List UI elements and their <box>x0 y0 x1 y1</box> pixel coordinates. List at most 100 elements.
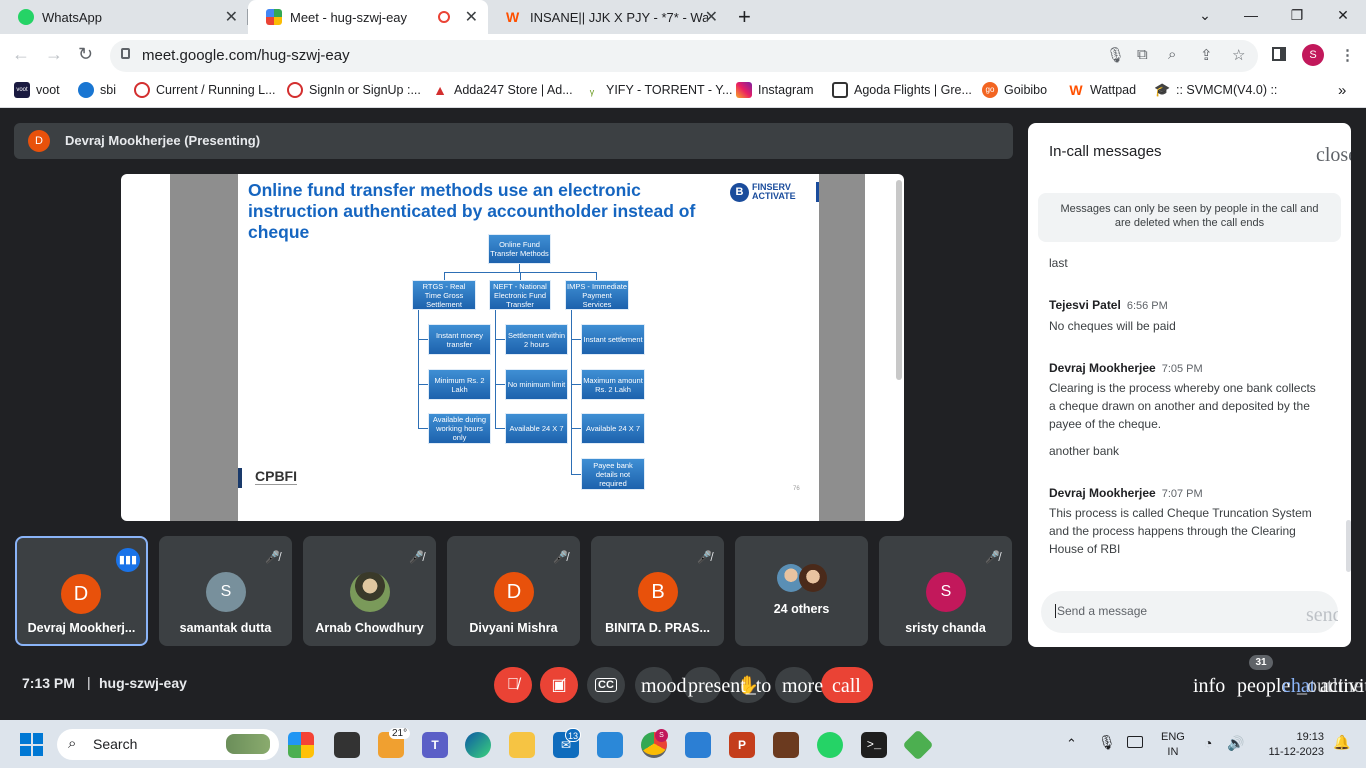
close-window-icon[interactable]: ✕ <box>1320 0 1366 30</box>
bookmark-goibibo[interactable]: go Goibibo <box>982 82 1047 98</box>
send-button[interactable]: send <box>1306 604 1338 627</box>
participant-tile[interactable]: S 🎤̸ sristy chanda <box>879 536 1012 646</box>
participant-tile[interactable]: B 🎤̸ BINITA D. PRAS... <box>591 536 724 646</box>
chart-leaf: No minimum limit <box>505 369 568 400</box>
people-count-badge: 31 <box>1249 655 1273 670</box>
reload-icon[interactable]: ↻ <box>78 44 93 65</box>
notifications-icon[interactable]: 🔔 <box>1333 734 1350 751</box>
participant-tile[interactable]: D ▮▮▮ Devraj Mookherj... <box>15 536 148 646</box>
new-tab-button[interactable]: + <box>738 4 751 30</box>
bookmark-yify[interactable]: ᵧ YIFY - TORRENT - Y... <box>584 82 733 98</box>
participant-tile[interactable]: 🎤̸ Arnab Chowdhury <box>303 536 436 646</box>
separator: | <box>87 674 91 690</box>
activities-button[interactable]: activities <box>1320 675 1366 698</box>
vscode-icon[interactable] <box>685 732 711 758</box>
tab-wattpad[interactable]: W INSANE|| JJK X PJY - *7* - Wattpa ✕ <box>488 0 728 34</box>
bookmark-current[interactable]: Current / Running L... <box>134 82 276 98</box>
powerpoint-icon[interactable]: P <box>729 732 755 758</box>
microphone-icon[interactable]: 🎙 <box>1098 734 1116 751</box>
yify-icon: ᵧ <box>589 82 595 97</box>
chart-leaf: Available during working hours only <box>428 413 491 444</box>
participant-tile[interactable]: D 🎤̸ Divyani Mishra <box>447 536 580 646</box>
mic-toggle-button[interactable]: 🎙̸ <box>494 667 532 703</box>
message-time: 6:56 PM <box>1126 300 1168 312</box>
blocked-icon <box>287 82 303 98</box>
monitor-icon[interactable] <box>597 732 623 758</box>
chart-leaf: Available 24 X 7 <box>581 413 645 444</box>
info-button[interactable]: info <box>1193 675 1225 698</box>
bookmark-voot[interactable]: voot voot <box>14 82 60 98</box>
menu-icon[interactable]: ⋮ <box>1340 46 1355 64</box>
participant-tile-others[interactable]: 24 others <box>735 536 868 646</box>
keyboard-icon[interactable] <box>1127 736 1143 748</box>
chat-message-header: Tejesvi Patel 6:56 PM <box>1049 296 1329 315</box>
teams-icon[interactable]: T <box>422 732 448 758</box>
slide-accent-bar <box>816 182 819 202</box>
terminal-icon[interactable]: >_ <box>861 732 887 758</box>
camera-toggle-button[interactable]: ▣̸ <box>540 667 578 703</box>
profile-avatar[interactable]: S <box>1302 44 1324 66</box>
app-icon[interactable] <box>773 732 799 758</box>
system-clock[interactable]: 19:13 11-12-2023 <box>1260 730 1324 760</box>
whatsapp-icon[interactable] <box>817 732 843 758</box>
bookmark-agoda[interactable]: Agoda Flights | Gre... <box>832 82 972 98</box>
language-indicator[interactable]: ENG IN <box>1161 730 1185 760</box>
back-icon[interactable]: ← <box>12 44 30 65</box>
adda-icon: ▲ <box>433 82 447 98</box>
chart-leaf: Instant settlement <box>581 324 645 355</box>
tab-title: Meet - hug-szwj-eay <box>290 9 408 25</box>
bookmark-instagram[interactable]: Instagram <box>736 82 814 98</box>
chat-message: last <box>1049 256 1068 270</box>
goibibo-icon: go <box>982 82 998 98</box>
restore-icon[interactable]: ❐ <box>1274 0 1320 30</box>
meet-icon <box>266 9 282 25</box>
edge-icon[interactable] <box>465 732 491 758</box>
share-icon[interactable]: ⇪ <box>1200 46 1213 64</box>
task-view-icon[interactable] <box>334 732 360 758</box>
zoom-icon[interactable]: ⌕ <box>1168 46 1176 63</box>
chart-node-rtgs: RTGS - Real Time Gross Settlement <box>412 280 476 310</box>
bookmark-sbi[interactable]: sbi <box>78 82 116 98</box>
chat-scrollbar[interactable] <box>1346 520 1351 572</box>
bookmark-signin[interactable]: SignIn or SignUp :... <box>287 82 421 98</box>
participant-name: Devraj Mookherj... <box>27 621 136 635</box>
weather-temp: 21° <box>389 728 411 739</box>
bookmark-wattpad[interactable]: W Wattpad <box>1068 82 1136 98</box>
close-tab-icon[interactable]: ✕ <box>705 7 718 27</box>
open-external-icon[interactable]: ⧉ <box>1137 46 1148 63</box>
minimize-icon[interactable]: — <box>1228 0 1274 30</box>
chart-leaf: Maximum amount Rs. 2 Lakh <box>581 369 645 400</box>
message-time: 7:05 PM <box>1161 363 1203 375</box>
captions-button[interactable]: CC <box>587 667 625 703</box>
lock-icon[interactable] <box>121 48 130 59</box>
copilot-icon[interactable] <box>288 732 314 758</box>
voot-icon: voot <box>14 82 30 98</box>
forward-icon[interactable]: → <box>45 44 63 65</box>
start-button[interactable] <box>20 733 43 756</box>
slide-footer: CPBFI <box>255 468 297 485</box>
mic-off-icon: 🎤̸ <box>697 550 712 564</box>
slide-scrollbar[interactable] <box>896 180 902 380</box>
volume-icon[interactable]: 🔊 <box>1227 735 1244 752</box>
wifi-icon[interactable]: ◔ <box>1204 735 1212 751</box>
more-bookmarks-button[interactable]: » <box>1338 82 1346 99</box>
tab-search-icon[interactable]: ⌄ <box>1182 0 1228 30</box>
chevron-up-icon[interactable]: ⌃ <box>1066 736 1077 752</box>
tab-meet[interactable]: Meet - hug-szwj-eay ✕ <box>248 0 488 34</box>
microphone-icon[interactable]: 🎙 <box>1106 46 1125 64</box>
tab-whatsapp[interactable]: WhatsApp ✕ <box>0 0 248 34</box>
participant-tile[interactable]: S 🎤̸ samantak dutta <box>159 536 292 646</box>
bookmark-svmcm[interactable]: 🎓:: SVMCM(V4.0) :: <box>1154 82 1277 98</box>
chart-root: Online Fund Transfer Methods <box>488 234 551 264</box>
close-chat-button[interactable]: close <box>1316 144 1351 167</box>
tab-title: WhatsApp <box>42 9 102 25</box>
sender-name: Devraj Mookherjee <box>1049 361 1156 375</box>
side-panel-icon[interactable] <box>1272 47 1286 61</box>
camera-off-icon: ▣̸ <box>551 677 567 694</box>
close-tab-icon[interactable]: ✕ <box>465 7 478 27</box>
bookmark-adda247[interactable]: ▲ Adda247 Store | Ad... <box>432 82 573 98</box>
close-tab-icon[interactable]: ✕ <box>225 7 238 27</box>
avatar: D <box>61 574 101 614</box>
file-explorer-icon[interactable] <box>509 732 535 758</box>
bookmark-star-icon[interactable]: ☆ <box>1232 46 1245 64</box>
